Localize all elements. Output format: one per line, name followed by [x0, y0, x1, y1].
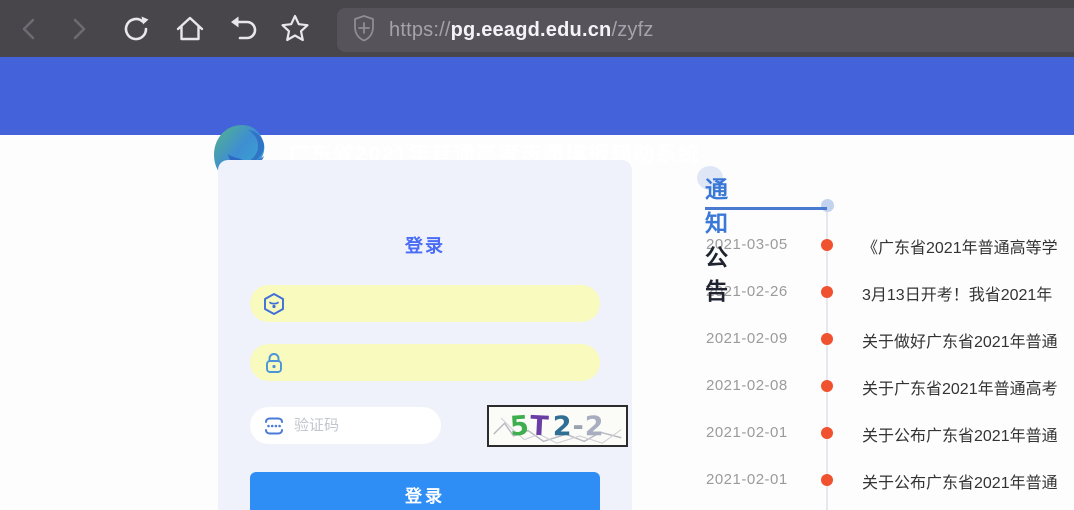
refresh-icon: [120, 13, 152, 45]
notice-link[interactable]: 3月13日开考！我省2021年: [862, 281, 1052, 305]
notice-date: 2021-02-01: [706, 471, 802, 488]
notices-title: 通知公告: [705, 170, 728, 306]
home-icon: [174, 13, 206, 45]
timeline-dot: [821, 286, 833, 298]
home-button[interactable]: [172, 0, 208, 57]
app-header: 广东省2021年普通高考志愿填报辅助系统: [0, 57, 1074, 135]
app-window: https://pg.eeagd.edu.cn/zyfz 广东省2021年普通高…: [0, 0, 1074, 510]
notice-link[interactable]: 关于公布广东省2021年普通: [862, 469, 1058, 493]
chevron-left-icon: [18, 15, 40, 43]
notice-row: 2021-03-05 《广东省2021年普通高等学: [0, 234, 1074, 258]
forward-button[interactable]: [64, 0, 94, 57]
timeline-dot: [821, 474, 833, 486]
url-text: https://pg.eeagd.edu.cn/zyfz: [389, 19, 654, 42]
notice-row: 2021-02-09 关于做好广东省2021年普通: [0, 328, 1074, 352]
notices-title-underline: [705, 207, 827, 210]
star-icon: [278, 12, 312, 46]
notice-date: 2021-02-08: [706, 377, 802, 394]
refresh-button[interactable]: [118, 0, 154, 57]
notice-date: 2021-02-01: [706, 424, 802, 441]
notice-row: 2021-02-26 3月13日开考！我省2021年: [0, 281, 1074, 305]
shield-icon: [351, 13, 377, 48]
url-host: pg.eeagd.edu.cn: [451, 19, 612, 41]
browser-toolbar: https://pg.eeagd.edu.cn/zyfz: [0, 0, 1074, 57]
notice-date: 2021-02-09: [706, 330, 802, 347]
chevron-right-icon: [68, 15, 90, 43]
url-path: /zyfz: [611, 19, 653, 41]
notice-link[interactable]: 关于广东省2021年普通高考: [862, 375, 1058, 399]
lock-icon: [262, 351, 286, 375]
back-button[interactable]: [14, 0, 44, 57]
undo-icon: [228, 14, 258, 44]
notice-link[interactable]: 《广东省2021年普通高等学: [862, 234, 1058, 258]
timeline-dot: [821, 333, 833, 345]
notice-row: 2021-02-01 关于公布广东省2021年普通: [0, 422, 1074, 446]
notices-title-blue: 通知: [705, 176, 728, 236]
timeline-dot: [821, 380, 833, 392]
notice-row: 2021-02-01 关于公布广东省2021年普通: [0, 469, 1074, 493]
timeline-dot: [821, 427, 833, 439]
notice-row: 2021-02-08 关于广东省2021年普通高考: [0, 375, 1074, 399]
notice-link[interactable]: 关于公布广东省2021年普通: [862, 422, 1058, 446]
timeline-top-dot: [821, 199, 834, 212]
undo-button[interactable]: [226, 0, 260, 57]
url-scheme: https://: [389, 19, 451, 41]
notice-link[interactable]: 关于做好广东省2021年普通: [862, 328, 1058, 352]
timeline-dot: [821, 239, 833, 251]
bookmark-star-button[interactable]: [276, 0, 314, 57]
url-bar[interactable]: https://pg.eeagd.edu.cn/zyfz: [337, 8, 1074, 52]
notices-title-dark: 公告: [705, 244, 728, 304]
